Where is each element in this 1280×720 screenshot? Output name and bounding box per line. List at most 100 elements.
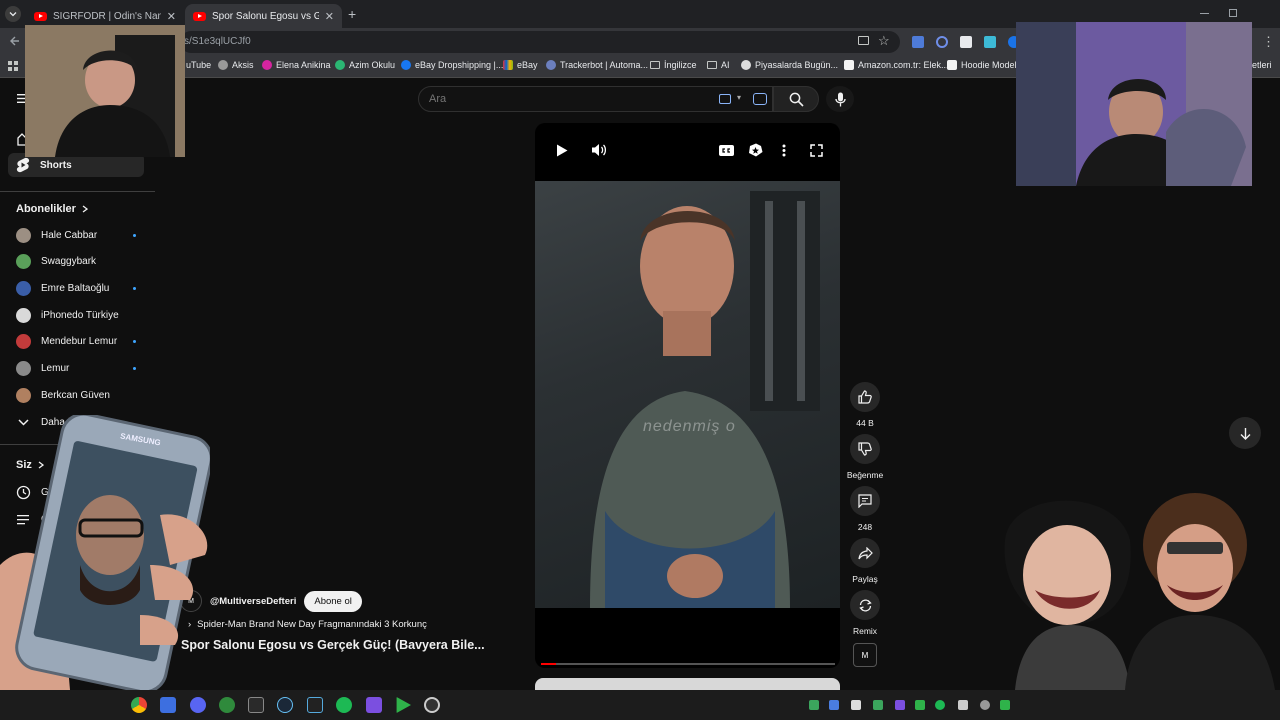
hand-holding-phone-image (0, 415, 210, 690)
next-short-preview[interactable] (535, 678, 840, 690)
dislike-action[interactable]: Beğenme (847, 434, 883, 480)
channel-name[interactable]: @MultiverseDefteri (210, 596, 296, 607)
search-button[interactable] (773, 86, 819, 112)
chevron-down-icon[interactable]: ▾ (737, 93, 741, 102)
tray-icon[interactable] (935, 700, 945, 710)
tab-search-button[interactable] (5, 6, 21, 22)
subscription-item[interactable]: iPhonedo Türkiye (16, 305, 136, 325)
back-arrow-icon[interactable] (9, 35, 21, 47)
voice-search-button[interactable] (826, 86, 854, 112)
more-options-button[interactable] (773, 139, 795, 161)
extension-wave-icon[interactable] (936, 36, 948, 48)
subscription-item[interactable]: Hale Cabbar (16, 225, 136, 245)
shorts-player[interactable]: nedenmiş o (535, 123, 840, 668)
tray-icon[interactable] (1000, 700, 1010, 710)
bookmark-ebay-drop[interactable]: eBay Dropshipping |... (401, 60, 503, 70)
bookmark-piyasalar[interactable]: Piyasalarda Bugün... (741, 60, 838, 70)
screen-search-icon[interactable] (753, 93, 767, 105)
tray-icon[interactable] (809, 700, 819, 710)
sound-thumbnail[interactable]: M (853, 643, 877, 667)
news-icon (741, 60, 751, 70)
channel-avatar (16, 227, 31, 243)
next-short-button[interactable] (1229, 417, 1261, 449)
bookmark-azim[interactable]: Azim Okulu (335, 60, 395, 70)
share-button[interactable] (850, 538, 880, 568)
tray-icon[interactable] (980, 700, 990, 710)
bookmark-amazon[interactable]: Amazon.com.tr: Elek... (844, 60, 949, 70)
app-icon-blue[interactable] (160, 697, 176, 713)
obs-icon[interactable] (424, 697, 440, 713)
tray-icon[interactable] (895, 700, 905, 710)
subscription-item[interactable]: Swaggybark (16, 252, 136, 272)
install-app-icon[interactable] (858, 36, 869, 45)
play-app-icon[interactable] (396, 697, 411, 713)
shortcut-button[interactable] (744, 139, 766, 161)
tab-title: Spor Salonu Egosu vs Gerçek G (212, 10, 319, 22)
bookmark-star-icon[interactable]: ☆ (878, 33, 890, 49)
comments-action[interactable]: 248 (848, 486, 882, 532)
xbox-icon[interactable] (219, 697, 235, 713)
apps-grid-icon[interactable] (8, 61, 19, 72)
chrome-icon[interactable] (131, 697, 147, 713)
related-video-link[interactable]: › Spider-Man Brand New Day Fragmanındaki… (188, 619, 427, 630)
extension-translate-icon[interactable] (912, 36, 924, 48)
bookmark-folder-ingilizce[interactable]: İngilizce (650, 60, 697, 70)
like-action[interactable]: 44 B (848, 382, 882, 428)
tray-icon[interactable] (851, 700, 861, 710)
like-button[interactable] (850, 382, 880, 412)
search-box[interactable]: ▾ (418, 86, 773, 112)
play-button[interactable] (551, 139, 573, 161)
extension-box-icon[interactable] (960, 36, 972, 48)
bookmark-youtube[interactable]: uTube (186, 60, 211, 70)
tray-icon[interactable] (958, 700, 968, 710)
search-input[interactable] (427, 91, 697, 107)
tray-icon[interactable] (915, 700, 925, 710)
epic-games-icon[interactable] (248, 697, 264, 713)
bookmark-ebay[interactable]: eBay (503, 60, 538, 70)
address-bar[interactable]: s/S1e3qlUCJf0 ☆ (180, 31, 900, 53)
subscription-item[interactable]: Mendebur Lemur (16, 332, 136, 352)
share-action[interactable]: Paylaş (848, 538, 882, 584)
bookmark-etleri[interactable]: etleri (1252, 60, 1272, 70)
bookmark-folder-ai[interactable]: AI (707, 60, 730, 70)
minimize-icon[interactable] (1200, 13, 1209, 14)
bookmark-elena[interactable]: Elena Anikina (262, 60, 331, 70)
laughing-meme-overlay (995, 480, 1280, 690)
subscribe-button[interactable]: Abone ol (304, 590, 362, 612)
video-frame[interactable]: nedenmiş o (535, 181, 840, 608)
video-title[interactable]: Spor Salonu Egosu vs Gerçek Güç! (Bavyer… (181, 638, 485, 652)
comments-button[interactable] (850, 486, 880, 516)
remix-button[interactable] (850, 590, 880, 620)
bookmark-hoodie[interactable]: Hoodie Modell (947, 60, 1019, 70)
extension-tool-icon[interactable] (984, 36, 996, 48)
progress-bar[interactable] (541, 663, 835, 665)
subscription-item[interactable]: Berkcan Güven (16, 385, 136, 405)
close-icon[interactable]: ✕ (325, 10, 334, 23)
tray-icon[interactable] (829, 700, 839, 710)
subscription-item[interactable]: Emre Baltaoğlu (16, 278, 136, 298)
bookmark-aksis[interactable]: Aksis (218, 60, 254, 70)
subscriptions-heading[interactable]: Abonelikler (16, 203, 88, 215)
new-tab-button[interactable]: + (348, 6, 356, 22)
bookmark-trackerbot[interactable]: Trackerbot | Automa... (546, 60, 648, 70)
tab-title: SIGRFODR | Odin's Name of Vi (53, 10, 161, 22)
more-vertical-icon[interactable]: ⋮ (1262, 34, 1275, 50)
browser-tab-2[interactable]: Spor Salonu Egosu vs Gerçek G ✕ (185, 4, 342, 28)
subscription-item[interactable]: Lemur (16, 359, 136, 379)
keyboard-icon[interactable] (719, 94, 731, 104)
dislike-button[interactable] (850, 434, 880, 464)
remix-action[interactable]: Remix (848, 590, 882, 636)
discord-icon[interactable] (190, 697, 206, 713)
globe-icon (218, 60, 228, 70)
tray-icon[interactable] (873, 700, 883, 710)
bookmark-label: etleri (1252, 60, 1272, 70)
steam-icon[interactable] (277, 697, 293, 713)
grid-app-icon[interactable] (366, 697, 382, 713)
captions-button[interactable] (715, 139, 737, 161)
fullscreen-button[interactable] (805, 139, 827, 161)
maximize-icon[interactable] (1229, 9, 1237, 17)
spotify-icon[interactable] (336, 697, 352, 713)
close-icon[interactable]: ✕ (167, 10, 176, 23)
volume-button[interactable] (588, 139, 610, 161)
terminal-icon[interactable] (307, 697, 323, 713)
